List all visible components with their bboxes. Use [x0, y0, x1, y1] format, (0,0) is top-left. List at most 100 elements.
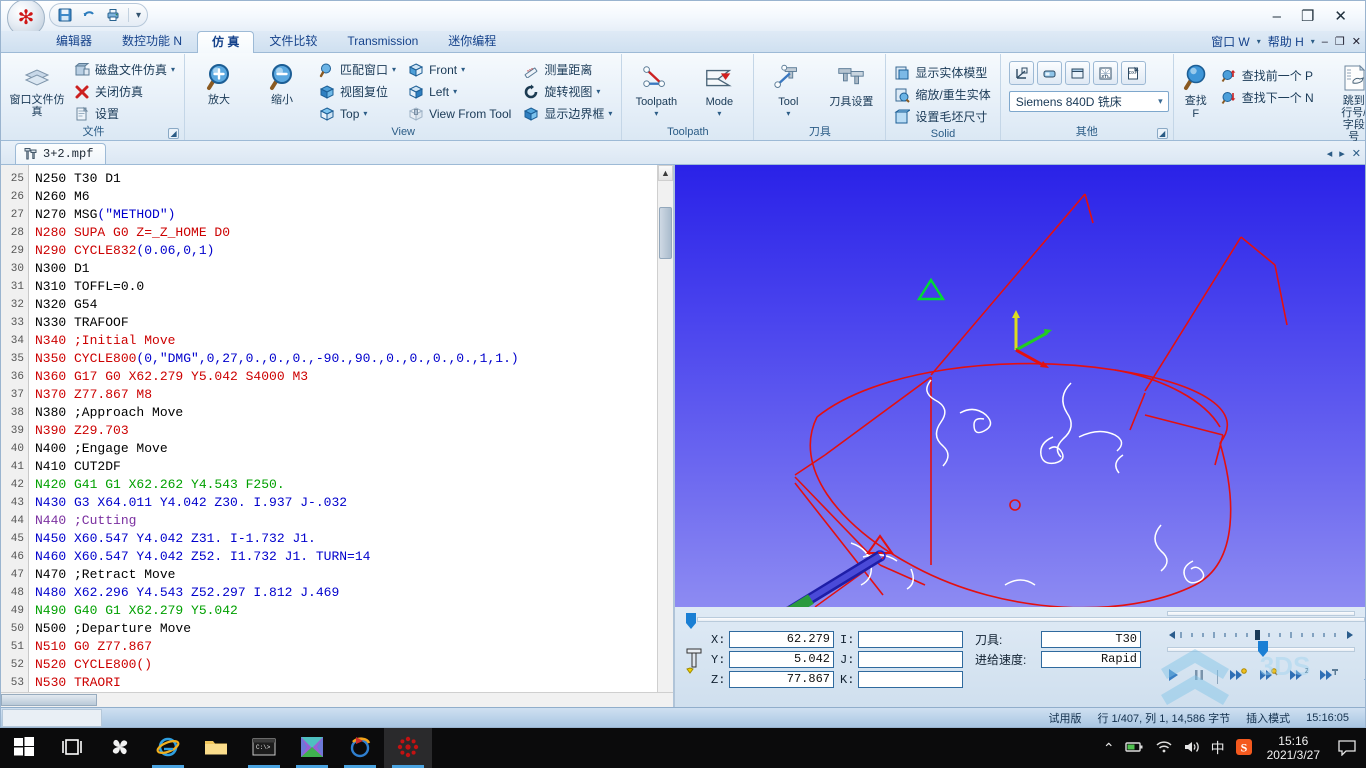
code-line[interactable]: N370 Z77.867 M8	[35, 386, 657, 404]
chevron-down-icon[interactable]: ▾	[596, 87, 600, 96]
ribbon-tab-mini-programming[interactable]: 迷你编程	[433, 30, 511, 52]
view-left-button[interactable]: Left ▾	[404, 81, 516, 102]
chevron-down-icon[interactable]: ▾	[392, 65, 396, 74]
ribbon-tab-editor[interactable]: 编辑器	[41, 30, 107, 52]
code-text-area[interactable]: N250 T30 D1 N260 M6 N270 MSG("METHOD") N280…	[29, 165, 657, 710]
chevron-down-icon[interactable]: ▾	[1158, 96, 1166, 107]
battery-icon[interactable]	[1124, 740, 1145, 757]
editor-horizontal-scrollbar[interactable]	[1, 692, 673, 707]
editor-vertical-scrollbar[interactable]: ▲ ▼	[657, 165, 673, 710]
code-line[interactable]: N500 ;Departure Move	[35, 620, 657, 638]
scroll-up-button[interactable]: ▲	[658, 165, 673, 181]
step-z-button[interactable]: Z	[1288, 667, 1310, 686]
fit-window-button[interactable]: 匹配窗口 ▾	[315, 59, 401, 80]
mdi-close-button[interactable]: ✕	[1352, 35, 1361, 48]
taskbar-clock[interactable]: 15:16 2021/3/27	[1263, 734, 1324, 762]
code-line[interactable]: N430 G3 X64.011 Y4.042 Z30. I.937 J-.032	[35, 494, 657, 512]
nc-code-editor[interactable]: 25 26 27 28 29 30 31 32 33 34 35 36 37 38 39 40 41 42 43 44…	[1, 165, 673, 710]
machine-select[interactable]: Siemens 840D 铣床 ▾	[1008, 91, 1169, 112]
find-prev-button[interactable]: 查找前一个 P	[1217, 65, 1319, 86]
resize-grip-icon[interactable]	[1362, 668, 1365, 685]
find-next-button[interactable]: 查找下一个 N	[1217, 87, 1319, 108]
simulation-3d-view[interactable]	[675, 165, 1365, 607]
tool-settings-button[interactable]: 刀具设置	[821, 60, 881, 111]
menu-window[interactable]: 窗口 W	[1211, 33, 1250, 50]
mode-button[interactable]: Mode ▾	[689, 60, 749, 121]
regen-solid-button[interactable]: 缩放/重生实体	[890, 84, 995, 105]
close-simulation-button[interactable]: 关闭仿真	[70, 81, 180, 102]
ribbon-tab-transmission[interactable]: Transmission	[332, 30, 433, 52]
machine-icon[interactable]	[1036, 61, 1062, 85]
stl-icon[interactable]: STL	[1092, 61, 1118, 85]
customize-qat-button[interactable]: ▾	[133, 10, 141, 21]
code-line[interactable]: N410 CUT2DF	[35, 458, 657, 476]
find-button[interactable]: 查找 F	[1178, 59, 1214, 123]
task-view-button[interactable]	[48, 728, 96, 768]
window-file-simulation-button[interactable]: 窗口文件仿真	[7, 58, 67, 121]
code-line[interactable]: N330 TRAFOOF	[35, 314, 657, 332]
y-value[interactable]: 5.042	[729, 651, 834, 668]
code-line[interactable]: N340 ;Initial Move	[35, 332, 657, 350]
measure-distance-button[interactable]: 测量距离	[519, 59, 617, 80]
code-line[interactable]: N260 M6	[35, 188, 657, 206]
start-button[interactable]	[0, 728, 48, 768]
code-line[interactable]: N310 TOFFL=0.0	[35, 278, 657, 296]
sogou-icon[interactable]: S	[1235, 738, 1253, 759]
cimco-button[interactable]	[384, 728, 432, 768]
wifi-icon[interactable]	[1155, 740, 1173, 757]
axes-icon[interactable]	[1008, 61, 1034, 85]
j-value[interactable]	[858, 651, 963, 668]
console-button[interactable]: C:\>	[240, 728, 288, 768]
code-line[interactable]: N480 X62.296 Y4.543 Z52.297 I.812 J.469	[35, 584, 657, 602]
code-line[interactable]: N490 G40 G1 X62.279 Y5.042	[35, 602, 657, 620]
document-tab-3plus2[interactable]: 3+2.mpf	[15, 143, 107, 164]
disk-file-simulation-button[interactable]: 磁盘文件仿真 ▾	[70, 59, 180, 80]
code-line[interactable]: N460 X60.547 Y4.042 Z52. I1.732 J1. TURN…	[35, 548, 657, 566]
ribbon-tab-simulation[interactable]: 仿 真	[197, 31, 255, 53]
window-icon[interactable]	[1064, 61, 1090, 85]
pause-button[interactable]	[1191, 667, 1207, 686]
chevron-down-icon[interactable]: ▾	[453, 87, 457, 96]
print-button[interactable]	[102, 5, 124, 25]
stock-size-button[interactable]: 设置毛坯尺寸	[890, 106, 995, 127]
code-line[interactable]: N360 G17 G0 X62.279 Y5.042 S4000 M3	[35, 368, 657, 386]
step-tool-button[interactable]	[1318, 667, 1338, 686]
view-top-button[interactable]: Top ▾	[315, 103, 401, 124]
internet-explorer-button[interactable]	[144, 728, 192, 768]
action-center-button[interactable]	[1334, 728, 1360, 768]
volume-icon[interactable]	[1183, 740, 1201, 757]
tool-value[interactable]: T30	[1041, 631, 1141, 648]
chevron-down-icon[interactable]: ▾	[171, 65, 175, 74]
step-block-button[interactable]	[1228, 667, 1248, 686]
ime-indicator[interactable]: 中	[1211, 738, 1225, 758]
view-reset-button[interactable]: 视图复位	[315, 81, 401, 102]
show-solid-model-button[interactable]: 显示实体模型	[890, 62, 995, 83]
feed-value[interactable]: Rapid	[1041, 651, 1141, 668]
code-line[interactable]: N320 G54	[35, 296, 657, 314]
toolpath-button[interactable]: Toolpath ▾	[626, 60, 686, 121]
code-line[interactable]: N380 ;Approach Move	[35, 404, 657, 422]
code-line[interactable]: N400 ;Engage Move	[35, 440, 657, 458]
chevron-down-icon[interactable]: ▾	[654, 109, 658, 118]
browser-button[interactable]	[336, 728, 384, 768]
file-dialog-launcher[interactable]: ◢	[168, 128, 180, 139]
code-line[interactable]: N510 G0 Z77.867	[35, 638, 657, 656]
show-bounding-box-button[interactable]: 显示边界框 ▾	[519, 103, 617, 124]
code-line[interactable]: N420 G41 G1 X62.262 Y4.543 F250.	[35, 476, 657, 494]
doc-tab-prev-button[interactable]: ◂	[1327, 147, 1333, 160]
i-value[interactable]	[858, 631, 963, 648]
hscroll-thumb[interactable]	[1, 694, 97, 706]
zoom-in-button[interactable]: 放大	[189, 58, 249, 109]
step-find-button[interactable]	[1258, 667, 1278, 686]
settings-button[interactable]: 设置	[70, 103, 180, 124]
rotate-view-button[interactable]: 旋转视图 ▾	[519, 81, 617, 102]
view-from-tool-button[interactable]: View From Tool	[404, 103, 516, 124]
dxf-icon[interactable]: DXF	[1120, 61, 1146, 85]
window-minimize-button[interactable]: –	[1273, 8, 1281, 25]
mail-button[interactable]	[288, 728, 336, 768]
code-line[interactable]: N350 CYCLE800(0,"DMG",0,27,0.,0.,0.,-90.…	[35, 350, 657, 368]
doc-tab-next-button[interactable]: ▸	[1339, 147, 1345, 160]
chevron-down-icon[interactable]: ▾	[717, 109, 721, 118]
menu-help[interactable]: 帮助 H	[1268, 33, 1304, 50]
mdi-minimize-button[interactable]: –	[1322, 36, 1328, 48]
